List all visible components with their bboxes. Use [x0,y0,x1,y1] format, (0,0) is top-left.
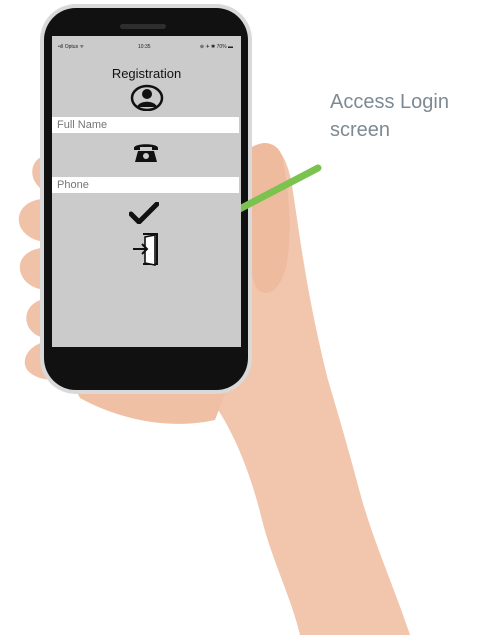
full-name-field[interactable] [52,117,239,133]
phone-top-speaker [120,24,166,29]
callout-line-1: Access Login [330,91,449,113]
page-title: Registration [111,66,182,81]
status-time: 10:35 [138,44,151,50]
callout-label: Access Login screen [330,88,480,144]
status-carrier: •ıll Optus ᯤ [58,44,85,50]
status-bar: •ıll Optus ᯤ 10:35 ⊕ ✈ ✱ 70% ▬ [52,44,241,54]
thumb-shape [248,143,290,294]
callout-line-2: screen [330,119,391,141]
user-avatar-icon[interactable] [130,83,164,111]
checkmark-icon[interactable] [129,202,159,224]
login-door-icon[interactable] [131,230,163,268]
phone-screen: •ıll Optus ᯤ 10:35 ⊕ ✈ ✱ 70% ▬ Registrat… [52,36,241,347]
status-indicators: ⊕ ✈ ✱ 70% ▬ [199,44,233,50]
telephone-icon [134,144,158,162]
phone-field[interactable] [52,177,239,193]
